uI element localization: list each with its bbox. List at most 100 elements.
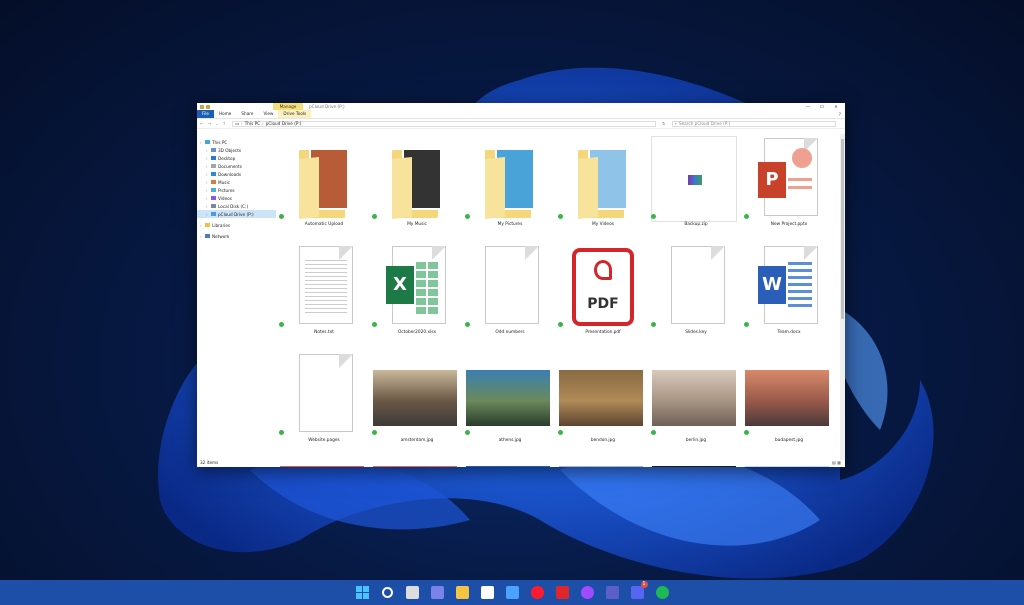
breadcrumb-pcloud-drive[interactable]: pCloud Drive (P:): [266, 121, 302, 126]
nav-item-label: Local Disk (C:): [218, 203, 249, 209]
manage-tab[interactable]: Manage: [273, 103, 303, 110]
title-bar[interactable]: Manage pCloud Drive (P:) — ☐ ✕: [197, 103, 845, 110]
sync-status-icon: [558, 430, 563, 435]
file-item[interactable]: My Music: [372, 134, 462, 242]
file-name: athens.jpg: [498, 438, 522, 443]
item-count: 32 items: [200, 460, 219, 465]
opera-icon[interactable]: [529, 584, 546, 601]
nav-item-icon: [211, 172, 216, 176]
file-name: Notes.txt: [314, 330, 334, 335]
file-item[interactable]: bendon.jpg: [558, 350, 648, 458]
nav-item-label: Documents: [218, 163, 242, 169]
file-item[interactable]: amsterdam.jpg: [372, 350, 462, 458]
address-bar[interactable]: ▭ › This PC › pCloud Drive (P:): [232, 120, 657, 127]
spotify-icon[interactable]: [654, 584, 671, 601]
file-item[interactable]: Automatic Upload: [279, 134, 369, 242]
nav-item-icon: [211, 196, 216, 200]
windows-start-icon[interactable]: [354, 584, 371, 601]
nav-item[interactable]: › Music: [197, 178, 276, 186]
file-item[interactable]: Odd.numbers: [465, 242, 555, 350]
tab-home[interactable]: Home: [214, 110, 236, 118]
folder-icon: [483, 144, 539, 220]
minimize-button[interactable]: —: [801, 103, 815, 110]
nav-item[interactable]: › Local Disk (C:): [197, 202, 276, 210]
wps-office-icon[interactable]: [554, 584, 571, 601]
file-name: budapest.jpg: [774, 438, 804, 443]
file-name: Website.pages: [308, 438, 340, 443]
taskbar: 1: [0, 580, 1024, 605]
scrollbar-thumb[interactable]: [841, 139, 844, 319]
nav-item[interactable]: › Libraries: [197, 221, 276, 229]
tab-drive-tools[interactable]: Drive Tools: [278, 110, 312, 118]
file-item[interactable]: Backup.zip: [651, 134, 741, 242]
file-name: Team.docx: [777, 330, 801, 335]
sync-status-icon: [651, 430, 656, 435]
nav-item[interactable]: › pCloud Drive (P:): [197, 210, 276, 218]
tab-view[interactable]: View: [258, 110, 278, 118]
teams-icon[interactable]: [604, 584, 621, 601]
task-view-glyph: [405, 586, 419, 599]
file-name: New Project.pptx: [770, 222, 808, 227]
file-item[interactable]: Notes.txt: [279, 242, 369, 350]
status-bar: 32 items ▤ ▦: [197, 458, 845, 467]
teams-chat-glyph: [430, 586, 444, 599]
file-item[interactable]: athens.jpg: [465, 350, 555, 458]
search-box[interactable]: ⌕ Search pCloud Drive (P:): [671, 120, 836, 127]
nav-item[interactable]: › Videos: [197, 194, 276, 202]
file-item[interactable]: My Pictures: [465, 134, 555, 242]
file-name: October2020.xlsx: [397, 330, 436, 335]
file-item[interactable]: Slides.key: [651, 242, 741, 350]
image-thumbnail: [373, 370, 457, 426]
nav-item[interactable]: › Network: [197, 232, 276, 240]
file-item[interactable]: berlin.jpg: [651, 350, 741, 458]
messenger-icon[interactable]: [579, 584, 596, 601]
nav-item[interactable]: › Documents: [197, 162, 276, 170]
task-view-icon[interactable]: [404, 584, 421, 601]
file-explorer-icon[interactable]: [454, 584, 471, 601]
sync-status-icon: [372, 430, 377, 435]
nav-item[interactable]: › Pictures: [197, 186, 276, 194]
nav-item-icon: [211, 156, 216, 160]
teams-chat-icon[interactable]: [429, 584, 446, 601]
file-item[interactable]: budapest.jpg: [744, 350, 834, 458]
nav-item[interactable]: › Downloads: [197, 170, 276, 178]
forward-arrow-icon[interactable]: →: [208, 121, 212, 126]
nav-item[interactable]: › This PC: [197, 138, 276, 146]
file-item[interactable]: W Team.docx: [744, 242, 834, 350]
file-item[interactable]: My Videos: [558, 134, 648, 242]
file-item[interactable]: P New Project.pptx: [744, 134, 834, 242]
search-icon[interactable]: [379, 584, 396, 601]
maximize-button[interactable]: ☐: [815, 103, 829, 110]
help-icon[interactable]: ?: [839, 112, 841, 117]
recent-chevron-icon[interactable]: ⌄: [215, 121, 219, 126]
nav-item-label: Desktop: [218, 155, 236, 161]
mail-icon[interactable]: [504, 584, 521, 601]
file-explorer-window: Manage pCloud Drive (P:) — ☐ ✕ File Home…: [197, 103, 845, 467]
nav-item-label: Music: [218, 179, 230, 185]
nav-item[interactable]: › 3D Objects: [197, 146, 276, 154]
quick-access-toolbar[interactable]: [200, 104, 210, 109]
close-button[interactable]: ✕: [829, 103, 843, 110]
blank-document-icon: [293, 354, 355, 434]
discord-icon[interactable]: 1: [629, 581, 648, 601]
sync-status-icon: [558, 322, 563, 327]
back-arrow-icon[interactable]: ←: [200, 121, 204, 126]
file-item[interactable]: PDF Presentation.pdf: [558, 242, 648, 350]
refresh-icon[interactable]: ↻: [662, 121, 666, 126]
breadcrumb-this-pc[interactable]: This PC: [245, 121, 260, 126]
file-item[interactable]: Website.pages: [279, 350, 369, 458]
microsoft-store-icon[interactable]: [479, 584, 496, 601]
windows-start-glyph: [355, 586, 369, 599]
ribbon-tabs: File Home Share View Drive Tools ?: [197, 110, 845, 119]
notification-badge: 1: [640, 581, 648, 588]
tab-share[interactable]: Share: [236, 110, 258, 118]
up-arrow-icon[interactable]: ↑: [223, 121, 227, 126]
view-toggle-icons[interactable]: ▤ ▦: [832, 460, 841, 465]
teams-glyph: [605, 586, 619, 599]
file-name: My Pictures: [497, 222, 523, 227]
file-item[interactable]: X October2020.xlsx: [372, 242, 462, 350]
vertical-scrollbar[interactable]: [840, 134, 845, 460]
nav-item-label: Libraries: [212, 222, 231, 228]
tab-file[interactable]: File: [197, 110, 215, 118]
nav-item[interactable]: › Desktop: [197, 154, 276, 162]
